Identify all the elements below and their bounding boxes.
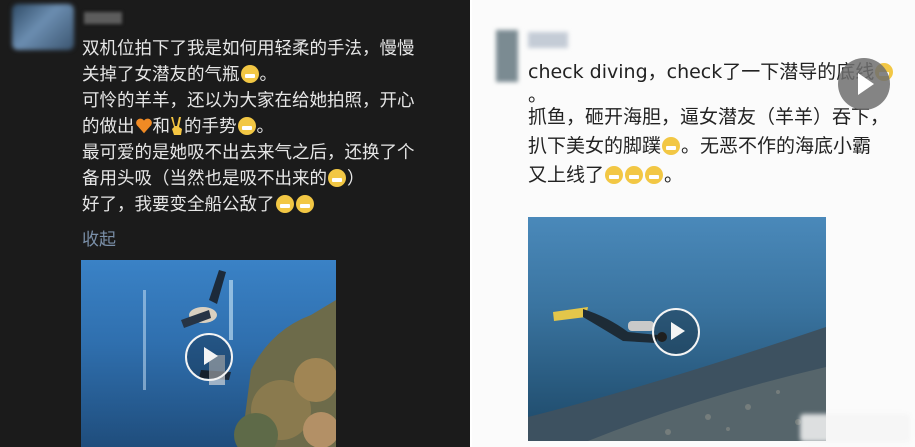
text-line: 扒下美女的脚蹼 。无恶不作的海底小霸 [528,132,915,161]
grinning-face-icon [625,166,644,184]
text-line: 好了，我要变全船公敌了 [82,192,462,218]
text-line: 可怜的羊羊，还以为大家在给她拍照，开心 [82,88,462,114]
grinning-face-icon [328,169,346,187]
close-paren: ） [347,169,365,189]
grinning-face-icon [240,65,259,83]
text-line-1: check diving，check了一下潜导的底线 [528,61,875,83]
grinning-face-icon [662,137,681,155]
text-line: 的做出和的手势。 [82,114,462,140]
text-line-5: 最可爱的是她吸不出去来气之后，还换了个 [82,143,415,163]
period: 。 [256,117,275,137]
avatar[interactable] [12,4,74,50]
play-icon[interactable] [185,333,233,381]
play-icon[interactable] [652,308,700,356]
video-thumbnail-right[interactable] [528,217,826,441]
text-line-3: 可怜的羊羊，还以为大家在给她拍照，开心 [82,91,415,111]
text-line-4c: 的手势 [184,117,237,137]
left-post-text: 双机位拍下了我是如何用轻柔的手法，慢慢 关掉了女潜友的气瓶。 可怜的羊羊，还以为… [82,36,462,218]
victory-hand-icon [171,117,182,135]
text-line-4a: 扒下美女的脚蹼 [528,135,662,157]
text-line-2: 关掉了女潜友的气瓶 [82,65,240,85]
text-line-5b: 。 [664,164,684,186]
text-line-7: 好了，我要变全船公敌了 [82,195,275,215]
grinning-face-icon [605,166,624,184]
text-line-1: 双机位拍下了我是如何用轻柔的手法，慢慢 [82,39,415,59]
watermark-blurred [800,414,910,442]
text-line-3: 抓鱼，砸开海胆，逼女潜友（羊羊）吞下， [528,106,890,128]
text-line: 关掉了女潜友的气瓶。 [82,62,462,88]
text-line: 双机位拍下了我是如何用轻柔的手法，慢慢 [82,36,462,62]
text-line: 又上线了 。 [528,161,915,190]
grinning-face-icon [645,166,664,184]
text-line: 备用头吸（当然也是吸不出来的 ） [82,166,462,192]
avatar[interactable] [496,30,518,82]
collapse-link[interactable]: 收起 [82,225,116,250]
text-line-6: 备用头吸（当然也是吸不出来的 [82,169,327,189]
period: 。 [259,65,278,85]
grinning-face-icon [237,117,256,135]
username-blurred[interactable] [528,32,568,48]
video-thumbnail-left[interactable] [81,260,336,447]
grinning-face-icon [275,195,294,213]
play-icon[interactable] [838,58,890,110]
grinning-face-icon [295,195,314,213]
text-line: 最可爱的是她吸不出去来气之后，还换了个 [82,140,462,166]
text-line-4b: 。无恶不作的海底小霸 [681,135,872,157]
orange-heart-icon [135,118,152,134]
text-line-5a: 又上线了 [528,164,605,186]
text-line-4a: 的做出 [82,117,135,137]
username-blurred[interactable] [84,12,122,24]
text-line-4b: 和 [152,117,171,137]
